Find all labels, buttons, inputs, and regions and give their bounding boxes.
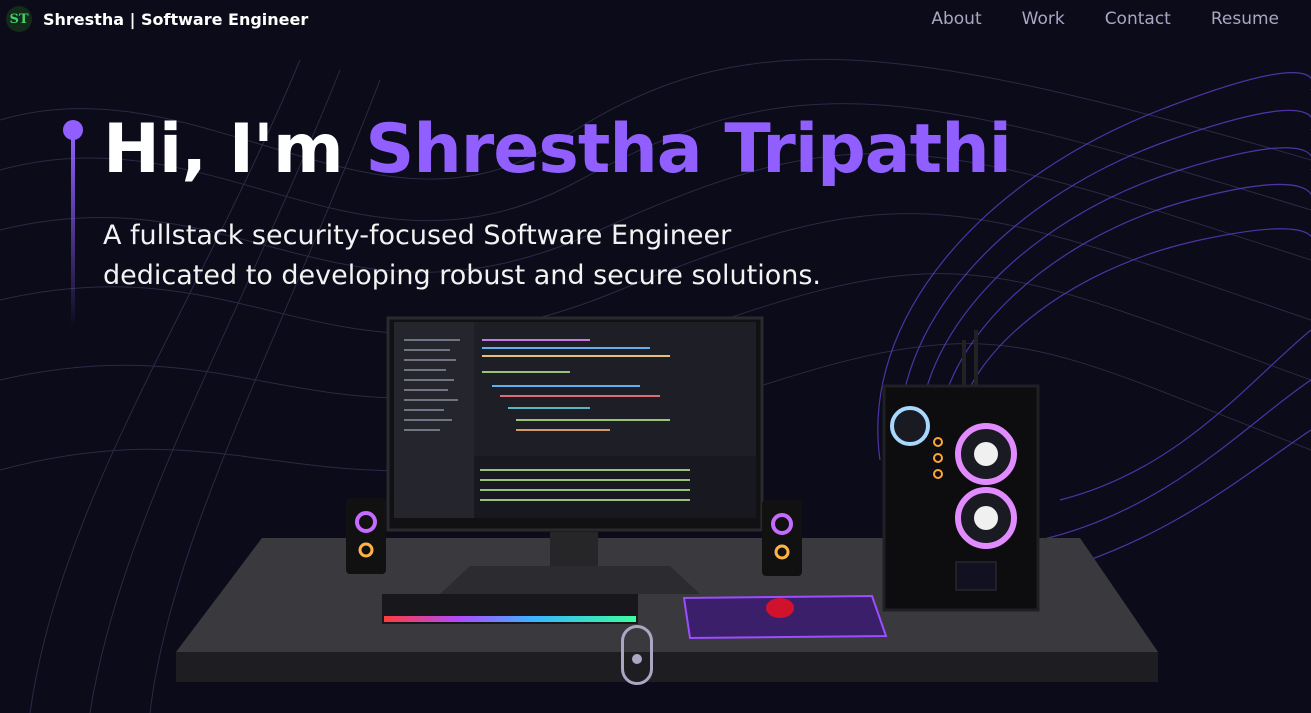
- monitor-stand-base: [440, 566, 700, 594]
- brand-name: Shrestha | Software Engineer: [43, 9, 309, 29]
- gaming-mouse: [766, 598, 794, 618]
- scroll-mouse-icon[interactable]: [621, 625, 653, 685]
- hero-subtitle-line1: A fullstack security-focused Software En…: [103, 220, 732, 251]
- nav-link-resume[interactable]: Resume: [1211, 9, 1279, 29]
- brand-home-link[interactable]: ST Shrestha | Software Engineer: [6, 6, 308, 32]
- hero-title: Hi, I'm Shrestha Tripathi: [103, 110, 1012, 189]
- hero-subtitle: A fullstack security-focused Software En…: [103, 216, 1003, 296]
- st-logo-icon: ST: [6, 6, 32, 32]
- top-navbar: ST Shrestha | Software Engineer About Wo…: [0, 0, 1311, 38]
- left-speaker: [346, 498, 386, 574]
- right-speaker: [762, 500, 802, 576]
- nav-links: About Work Contact Resume: [891, 9, 1279, 29]
- pc-fan-side: [890, 406, 930, 446]
- pc-display-panel: [955, 561, 997, 591]
- nav-link-work[interactable]: Work: [1022, 9, 1065, 29]
- nav-link-about[interactable]: About: [931, 9, 981, 29]
- scroll-indicator-dot: [632, 654, 642, 664]
- nav-link-contact[interactable]: Contact: [1105, 9, 1171, 29]
- desk-front: [176, 652, 1158, 682]
- hero-name: Shrestha Tripathi: [365, 110, 1012, 189]
- hero-accent-line: [71, 138, 75, 328]
- keyboard-rgb-glow: [384, 616, 636, 622]
- computer-desk-3d-scene[interactable]: [170, 310, 1170, 690]
- hero-accent-dot: [63, 120, 83, 140]
- editor-terminal: [474, 456, 756, 518]
- monitor-stand-neck: [550, 532, 598, 568]
- hero-subtitle-line2: dedicated to developing robust and secur…: [103, 260, 822, 291]
- hero-greeting: Hi, I'm: [103, 110, 366, 189]
